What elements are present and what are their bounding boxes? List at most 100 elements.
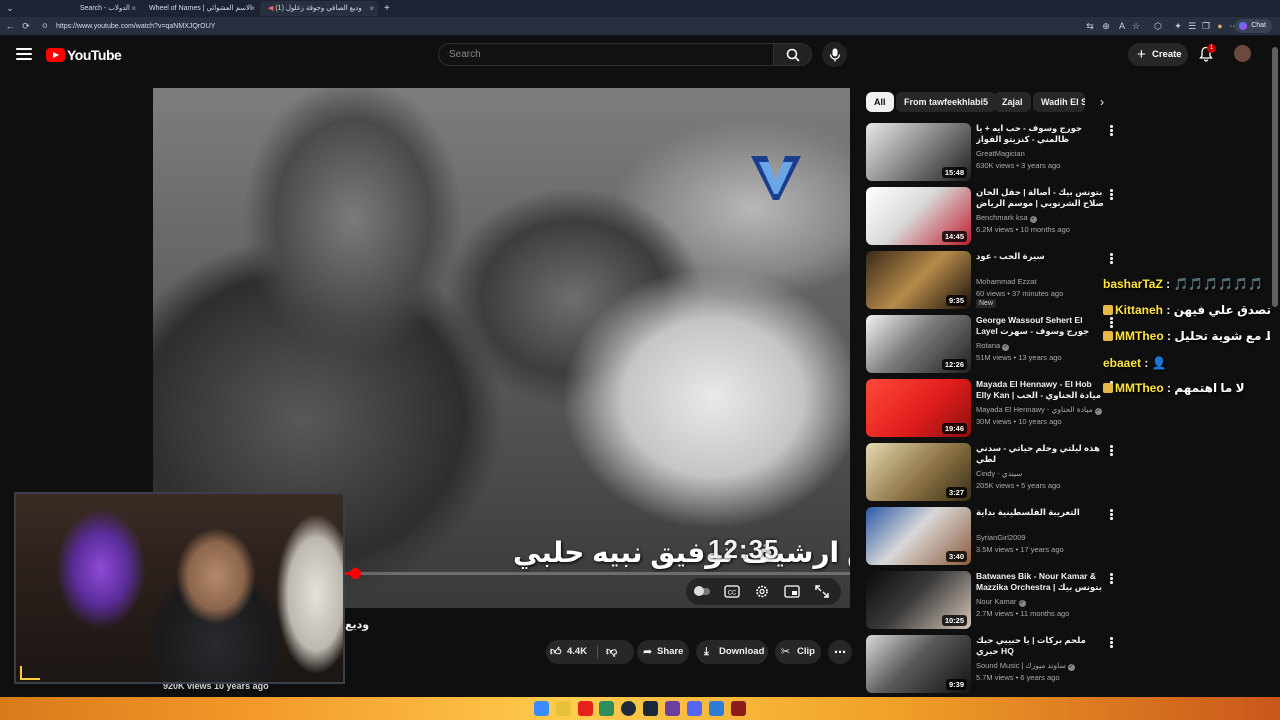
recommendation-title[interactable]: ملحم بركات | يا حبيبي حبك حبري HQ [976,635,1104,657]
recommendation-title[interactable]: جورج وسوف - حب ايه + يا ظالمني - كنزيتو … [976,123,1104,145]
edge-browser-icon[interactable] [599,701,614,716]
recommendation-title[interactable]: George Wassouf Sehert El Layel جورج وسوف… [976,315,1104,337]
more-options-icon[interactable] [1110,189,1114,201]
search-input[interactable]: Search [438,43,774,66]
chip-from-channel[interactable]: From tawfeekhlabi5 [896,92,997,112]
read-aloud-icon[interactable]: A [1116,20,1128,32]
puzzle-icon[interactable]: ✦ [1172,20,1184,32]
video-thumbnail[interactable]: 9:35 [866,251,971,309]
closed-captions-icon[interactable]: CC [724,584,740,599]
profile-icon[interactable]: ● [1214,20,1226,32]
recommendation-item[interactable]: 10:25 Batwanes Bik - Nour Kamar & Mazzika… [866,571,1116,629]
account-avatar[interactable] [1234,45,1251,62]
autoplay-toggle[interactable] [694,584,710,599]
more-options-icon[interactable] [1110,125,1114,137]
extensions-icon[interactable]: ⬡ [1152,20,1164,32]
more-options-icon[interactable] [1110,637,1114,649]
video-thumbnail[interactable]: 9:39 [866,635,971,693]
recommendation-channel[interactable]: Mohammad Ezzat [976,277,1036,286]
browser-tab-1[interactable]: Wheel of Names | الاسم العشوائي × [141,1,259,16]
site-info-icon[interactable]: ⊙ [42,20,48,33]
browser-tab-2[interactable]: ◀ (1) وديع الصافي وجوقة زغلول × [260,1,378,16]
recommendation-item[interactable]: 3:27 هذه ليلتي وحلم حياتي - سدني لطي Cindy… [866,443,1116,501]
create-button[interactable]: Create [1128,43,1188,66]
more-options-icon[interactable] [1110,317,1114,329]
tab-list-icon[interactable]: ⌄ [4,2,16,14]
search-button[interactable] [774,43,812,66]
recommendation-title[interactable]: هذه ليلتي وحلم حياتي - سدني لطي [976,443,1104,465]
recommendation-channel[interactable]: SyrianGirl2009 [976,533,1026,542]
start-icon[interactable] [534,701,549,716]
video-thumbnail[interactable]: 10:25 [866,571,971,629]
browser-tab-0[interactable]: Search - الدولاب × [22,1,140,16]
app-icon[interactable] [665,701,680,716]
file-explorer-icon[interactable] [556,701,571,716]
recommendation-channel[interactable]: GreatMagician [976,149,1025,158]
close-tab-icon[interactable]: × [131,1,136,16]
recommendation-title[interactable]: Batwanes Bik - Nour Kamar & Mazzika Orch… [976,571,1104,593]
chip-wadih[interactable]: Wadih El Sa [1033,92,1085,112]
favorites-bar-icon[interactable]: ☰ [1186,20,1198,32]
close-tab-icon[interactable]: × [250,1,255,16]
app-icon-3[interactable] [731,701,746,716]
address-bar[interactable]: ⊙ https://www.youtube.com/watch?v=qaNMXJ… [38,20,1078,33]
more-actions-icon[interactable]: ⋯ [828,640,852,664]
recommendation-item[interactable]: 12:26 George Wassouf Sehert El Layel جورج… [866,315,1116,373]
clip-button[interactable]: ✂ Clip [775,640,821,664]
more-options-icon[interactable] [1110,573,1114,585]
recommendation-title[interactable]: بتونس بيك - أصالة | حفل الحان صلاح الشرن… [976,187,1104,209]
recommendation-title[interactable]: التعريبة الفلسطينية بداية [976,507,1104,518]
voice-search-button[interactable] [822,42,847,67]
dislike-button[interactable]: 👎︎ [598,640,634,664]
chip-all[interactable]: All [866,92,894,112]
recommendation-channel[interactable]: Nour Kamar ✓ [976,597,1026,607]
recommendation-channel[interactable]: Cindy - سيندي [976,469,1022,478]
hamburger-menu-icon[interactable] [16,48,32,62]
recommendation-channel[interactable]: Mayada El Hennawy - ميادة الحناوي ✓ [976,405,1102,415]
recommendation-title[interactable]: سيرة الحب - عود [976,251,1104,262]
steam-icon[interactable] [643,701,658,716]
recommendation-item[interactable]: 3:40 التعريبة الفلسطينية بداية SyrianGirl2… [866,507,1116,565]
more-options-icon[interactable] [1110,253,1114,265]
reload-icon[interactable]: ⟳ [20,20,32,32]
recommendation-channel[interactable]: Benchmark ksa ✓ [976,213,1037,223]
app-icon-2[interactable] [709,701,724,716]
back-icon[interactable]: ← [4,20,16,32]
fullscreen-icon[interactable] [814,584,830,599]
recommendation-item[interactable]: 9:39 ملحم بركات | يا حبيبي حبك حبري HQ Sou… [866,635,1116,693]
share-button[interactable]: ➦ Share [637,640,689,664]
copilot-chat-button[interactable]: Chat [1235,19,1272,33]
obs-icon[interactable] [621,701,636,716]
new-tab-button[interactable]: + [381,1,395,16]
chip-zajal[interactable]: Zajal [994,92,1031,112]
recommendation-title[interactable]: Mayada El Hennawy - El Hob Elly Kan | مي… [976,379,1104,401]
video-thumbnail[interactable]: 14:45 [866,187,971,245]
page-scrollbar[interactable] [1270,37,1280,697]
youtube-app-icon[interactable] [578,701,593,716]
video-thumbnail[interactable]: 3:40 [866,507,971,565]
recommendation-channel[interactable]: Sound Music | ساوند ميوزك ✓ [976,661,1075,671]
recommendation-item[interactable]: 14:45 بتونس بيك - أصالة | حفل الحان صلاح … [866,187,1116,245]
video-thumbnail[interactable]: 3:27 [866,443,971,501]
recommendation-item[interactable]: 15:48 جورج وسوف - حب ايه + يا ظالمني - كن… [866,123,1116,181]
recommendation-channel[interactable]: Rotana ✓ [976,341,1010,351]
more-options-icon[interactable] [1110,445,1114,457]
recommendation-item[interactable]: 19:46 Mayada El Hennawy - El Hob Elly Kan… [866,379,1116,437]
close-tab-icon[interactable]: × [369,1,374,16]
translate-icon[interactable]: ⇆ [1084,20,1096,32]
video-thumbnail[interactable]: 15:48 [866,123,971,181]
discord-icon[interactable] [687,701,702,716]
video-thumbnail[interactable]: 19:46 [866,379,971,437]
scrollbar-thumb[interactable] [1272,47,1278,307]
zoom-icon[interactable]: ⊕ [1100,20,1112,32]
collections-icon[interactable]: ❐ [1200,20,1212,32]
miniplayer-icon[interactable] [784,584,800,599]
video-thumbnail[interactable]: 12:26 [866,315,971,373]
chevron-right-icon[interactable]: › [1094,94,1110,110]
more-options-icon[interactable] [1110,509,1114,521]
like-button[interactable]: 👍︎ 4.4K [546,640,590,664]
favorite-icon[interactable]: ☆ [1130,20,1142,32]
download-button[interactable]: ⤓ Download [696,640,768,664]
recommendation-item[interactable]: 9:35 سيرة الحب - عود Mohammad Ezzat 60 view… [866,251,1116,309]
settings-gear-icon[interactable] [754,584,770,599]
